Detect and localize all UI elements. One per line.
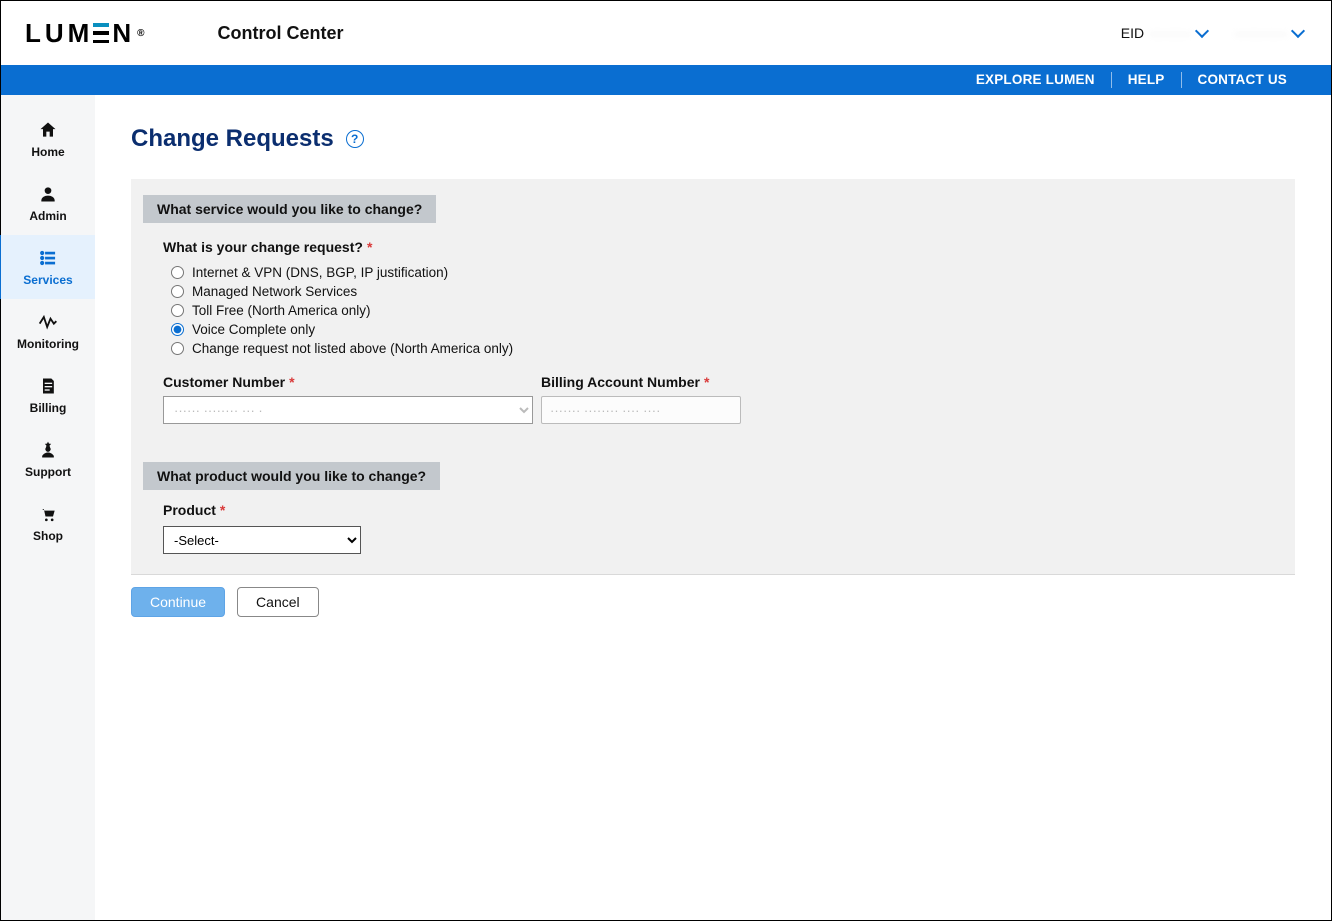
section-product: What product would you like to change? P… (131, 446, 1295, 554)
secondary-nav: EXPLORE LUMEN HELP CONTACT US (1, 65, 1331, 95)
eid-label: EID (1121, 25, 1144, 41)
option-label: Change request not listed above (North A… (192, 341, 513, 356)
product-select[interactable]: -Select- (163, 526, 361, 554)
section-heading-product: What product would you like to change? (143, 462, 440, 490)
sidebar-item-support[interactable]: Support (1, 427, 95, 491)
home-icon (37, 119, 59, 141)
logo-e-letter (93, 23, 109, 43)
sidebar-label: Admin (29, 209, 66, 223)
sidebar-label: Home (31, 145, 64, 159)
cancel-button[interactable]: Cancel (237, 587, 319, 617)
eid-dropdown[interactable]: EID ········ (1121, 25, 1208, 41)
chevron-down-icon (1291, 24, 1305, 38)
form-panel: What service would you like to change? W… (131, 179, 1295, 575)
sidebar-item-billing[interactable]: Billing (1, 363, 95, 427)
app-title: Control Center (218, 23, 344, 44)
top-header-left: LUM N® Control Center (25, 18, 344, 49)
option-label: Toll Free (North America only) (192, 303, 371, 318)
product-label: Product* (163, 502, 1279, 518)
contact-us-link[interactable]: CONTACT US (1182, 71, 1304, 89)
help-icon[interactable]: ? (346, 130, 364, 148)
option-managed-network[interactable]: Managed Network Services (171, 284, 1279, 299)
option-label: Internet & VPN (DNS, BGP, IP justificati… (192, 265, 448, 280)
section-heading-service: What service would you like to change? (143, 195, 436, 223)
option-voice-complete[interactable]: Voice Complete only (171, 322, 1279, 337)
option-not-listed[interactable]: Change request not listed above (North A… (171, 341, 1279, 356)
sidebar-label: Services (23, 273, 72, 287)
lumen-logo[interactable]: LUM N® (25, 18, 146, 49)
option-label: Voice Complete only (192, 322, 315, 337)
radio-toll-free[interactable] (171, 304, 184, 317)
billing-account-input[interactable] (541, 396, 741, 424)
admin-icon (37, 183, 59, 205)
change-request-options: Internet & VPN (DNS, BGP, IP justificati… (171, 265, 1279, 356)
explore-lumen-link[interactable]: EXPLORE LUMEN (960, 71, 1111, 89)
sidebar-item-shop[interactable]: Shop (1, 491, 95, 555)
top-header-right: EID ········ ·········· (1121, 25, 1303, 41)
services-icon (37, 247, 59, 269)
sidebar-label: Support (25, 465, 71, 479)
eid-value: ········ (1150, 25, 1191, 41)
actions-row: Continue Cancel (131, 587, 1295, 617)
chevron-down-icon (1195, 24, 1209, 38)
section-service: What service would you like to change? W… (131, 179, 1295, 424)
monitoring-icon (37, 311, 59, 333)
billing-icon (37, 375, 59, 397)
page-title-row: Change Requests ? (131, 125, 1295, 153)
sidebar-label: Monitoring (17, 337, 79, 351)
top-header: LUM N® Control Center EID ········ ·····… (1, 1, 1331, 65)
radio-managed-network[interactable] (171, 285, 184, 298)
option-internet-vpn[interactable]: Internet & VPN (DNS, BGP, IP justificati… (171, 265, 1279, 280)
sidebar-item-admin[interactable]: Admin (1, 171, 95, 235)
sidebar-label: Shop (33, 529, 63, 543)
sidebar-item-monitoring[interactable]: Monitoring (1, 299, 95, 363)
section-body-service: What is your change request?* Internet &… (131, 223, 1295, 424)
option-toll-free[interactable]: Toll Free (North America only) (171, 303, 1279, 318)
customer-billing-row: Customer Number* ······ ········ ··· · B… (163, 374, 1279, 424)
billing-account-field: Billing Account Number* (541, 374, 741, 424)
billing-account-label: Billing Account Number* (541, 374, 741, 390)
help-link[interactable]: HELP (1112, 71, 1181, 89)
sidebar-label: Billing (30, 401, 67, 415)
sidebar: Home Admin Services Monitoring Billing (1, 95, 95, 920)
body: Home Admin Services Monitoring Billing (1, 95, 1331, 920)
user-value: ·········· (1235, 25, 1287, 41)
sidebar-item-services[interactable]: Services (0, 235, 95, 299)
change-request-label: What is your change request?* (163, 239, 1279, 255)
section-body-product: Product* -Select- (131, 490, 1295, 554)
main-content: Change Requests ? What service would you… (95, 95, 1331, 920)
support-icon (37, 439, 59, 461)
shop-icon (37, 503, 59, 525)
customer-number-label: Customer Number* (163, 374, 533, 390)
continue-button[interactable]: Continue (131, 587, 225, 617)
radio-not-listed[interactable] (171, 342, 184, 355)
radio-voice-complete[interactable] (171, 323, 184, 336)
option-label: Managed Network Services (192, 284, 357, 299)
page-title: Change Requests (131, 125, 334, 153)
customer-number-field: Customer Number* ······ ········ ··· · (163, 374, 533, 424)
radio-internet-vpn[interactable] (171, 266, 184, 279)
customer-number-select[interactable]: ······ ········ ··· · (163, 396, 533, 424)
user-dropdown[interactable]: ·········· (1235, 25, 1303, 41)
sidebar-item-home[interactable]: Home (1, 107, 95, 171)
